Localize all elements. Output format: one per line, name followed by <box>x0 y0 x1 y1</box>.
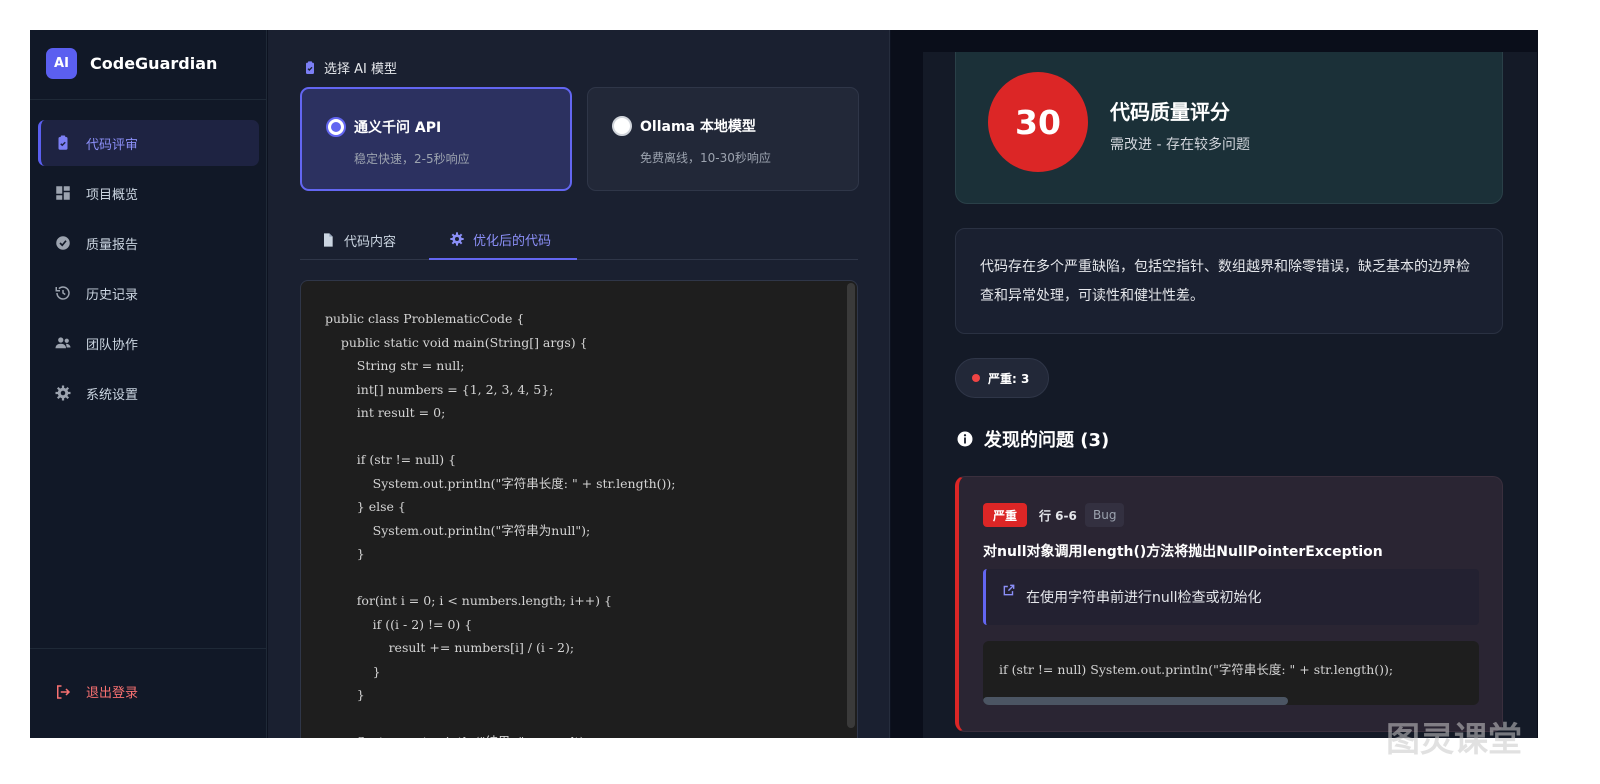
issue-type-badge: Bug <box>1085 503 1125 527</box>
model-desc: 免费离线，10-30秒响应 <box>640 151 771 165</box>
issues-heading-label: 发现的问题 (3) <box>984 430 1110 451</box>
app-window: AI CodeGuardian 代码评审 项目概览 质量报告 历史记录 团队协作… <box>30 30 1538 738</box>
score-title: 代码质量评分 <box>1110 100 1230 124</box>
fix-code-text: if (str != null) System.out.println("字符串… <box>999 662 1394 677</box>
divider <box>30 648 267 649</box>
sidebar-item-label: 系统设置 <box>86 387 139 403</box>
model-name: Ollama 本地模型 <box>640 119 756 135</box>
external-link-icon[interactable] <box>1002 583 1016 597</box>
sidebar: AI CodeGuardian 代码评审 项目概览 质量报告 历史记录 团队协作… <box>30 30 267 738</box>
brand-name: CodeGuardian <box>90 54 218 73</box>
summary-text: 代码存在多个严重缺陷，包括空指针、数组越界和除零错误，缺乏基本的边界检查和异常处… <box>980 259 1470 304</box>
fix-code-scrollbar[interactable] <box>983 697 1288 705</box>
issue-card: 严重 行 6-6 Bug 对null对象调用length()方法将抛出NullP… <box>955 476 1503 732</box>
logout-label: 退出登录 <box>86 686 139 701</box>
radio-unselected[interactable] <box>612 116 632 136</box>
code-text: public class ProblematicCode { public st… <box>325 311 676 738</box>
severity-dot-icon <box>972 374 980 382</box>
info-icon <box>956 430 974 448</box>
gear-icon <box>449 231 465 247</box>
clipboard-check-icon <box>54 134 72 152</box>
issue-title: 对null对象调用length()方法将抛出NullPointerExcepti… <box>983 544 1383 560</box>
sidebar-item-project-overview[interactable]: 项目概览 <box>38 170 259 216</box>
severity-badge: 严重 <box>983 503 1028 527</box>
line-range: 行 6-6 <box>1039 508 1077 523</box>
tab-label: 代码内容 <box>344 234 397 250</box>
logout-icon <box>54 683 72 701</box>
history-icon <box>54 284 72 302</box>
divider <box>30 99 267 100</box>
check-circle-icon <box>54 234 72 252</box>
tab-optimized-code[interactable]: 优化后的代码 <box>429 220 577 260</box>
severity-count-label: 严重: 3 <box>988 371 1030 386</box>
tab-label: 优化后的代码 <box>473 233 552 249</box>
logout-button[interactable]: 退出登录 <box>54 682 138 701</box>
review-results-panel: 30 代码质量评分 需改进 - 存在较多问题 代码存在多个严重缺陷，包括空指针、… <box>923 52 1537 738</box>
severity-count-badge[interactable]: 严重: 3 <box>955 358 1049 398</box>
suggestion-box: 在使用字符串前进行null检查或初始化 <box>983 569 1479 625</box>
suggestion-text: 在使用字符串前进行null检查或初始化 <box>1026 590 1262 606</box>
score-card: 30 代码质量评分 需改进 - 存在较多问题 <box>955 52 1503 204</box>
sidebar-nav: 代码评审 项目概览 质量报告 历史记录 团队协作 系统设置 <box>38 120 259 420</box>
model-select-title: 选择 AI 模型 <box>302 58 397 77</box>
code-editor[interactable]: public class ProblematicCode { public st… <box>300 280 858 738</box>
sidebar-item-label: 项目概览 <box>86 187 139 203</box>
sidebar-item-history[interactable]: 历史记录 <box>38 270 259 316</box>
sidebar-item-label: 代码评审 <box>86 137 139 153</box>
code-scrollbar[interactable] <box>847 283 855 728</box>
model-option-qwen[interactable]: 通义千问 API 稳定快速，2-5秒响应 <box>300 87 572 191</box>
fix-code-block[interactable]: if (str != null) System.out.println("字符串… <box>983 641 1479 705</box>
sidebar-item-code-review[interactable]: 代码评审 <box>38 120 259 166</box>
sidebar-item-settings[interactable]: 系统设置 <box>38 370 259 416</box>
sidebar-item-label: 质量报告 <box>86 237 139 253</box>
model-desc: 稳定快速，2-5秒响应 <box>354 152 470 166</box>
code-tabs: 代码内容 优化后的代码 <box>300 220 858 260</box>
tab-code-content[interactable]: 代码内容 <box>320 220 396 260</box>
score-subtitle: 需改进 - 存在较多问题 <box>1110 137 1250 153</box>
sidebar-item-team[interactable]: 团队协作 <box>38 320 259 366</box>
dashboard-icon <box>54 184 72 202</box>
sidebar-item-label: 历史记录 <box>86 287 139 303</box>
score-circle: 30 <box>988 72 1088 172</box>
brand-logo: AI <box>46 48 77 79</box>
sidebar-item-label: 团队协作 <box>86 337 139 353</box>
brand[interactable]: AI CodeGuardian <box>46 48 217 79</box>
radio-selected[interactable] <box>326 117 346 137</box>
file-icon <box>320 232 336 248</box>
model-select-label: 选择 AI 模型 <box>324 62 397 77</box>
gear-icon <box>54 384 72 402</box>
summary-card: 代码存在多个严重缺陷，包括空指针、数组越界和除零错误，缺乏基本的边界检查和异常处… <box>955 228 1503 334</box>
watermark: 图灵课堂 <box>1386 720 1522 760</box>
users-icon <box>54 334 72 352</box>
clipboard-check-icon <box>302 60 318 76</box>
model-name: 通义千问 API <box>354 120 442 136</box>
model-option-ollama[interactable]: Ollama 本地模型 免费离线，10-30秒响应 <box>587 87 859 191</box>
issues-heading: 发现的问题 (3) <box>956 426 1109 452</box>
sidebar-item-quality-report[interactable]: 质量报告 <box>38 220 259 266</box>
review-input-panel: 选择 AI 模型 通义千问 API 稳定快速，2-5秒响应 Ollama 本地模… <box>268 30 890 738</box>
